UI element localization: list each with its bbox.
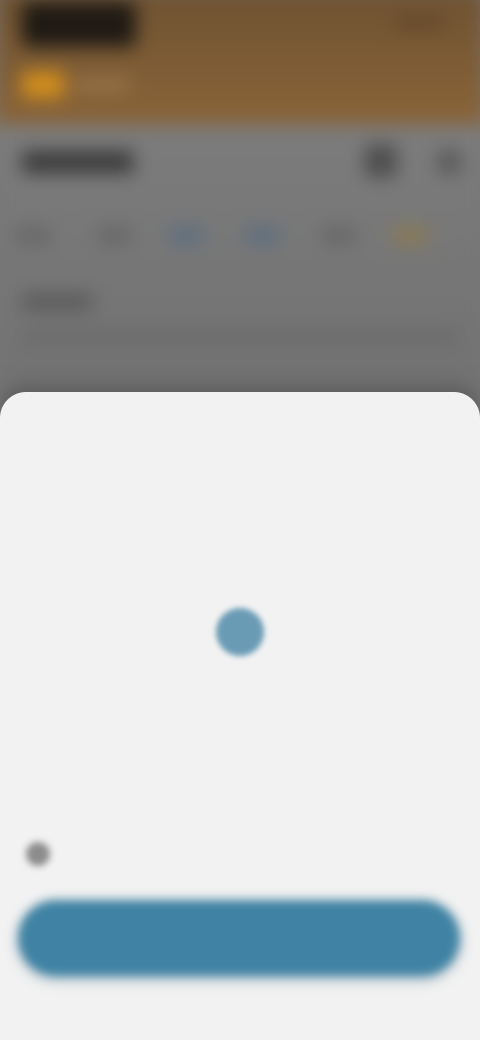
calendar-day[interactable] <box>339 656 405 704</box>
calendar-day[interactable] <box>207 704 273 752</box>
bg-tab <box>393 226 428 245</box>
calendar-day[interactable] <box>406 704 472 752</box>
calendar-day[interactable] <box>273 512 339 560</box>
date-picker-content <box>0 392 480 1040</box>
share-icon <box>364 144 398 178</box>
calendar-day[interactable] <box>339 512 405 560</box>
background-label <box>21 293 94 310</box>
calendar-day[interactable] <box>273 560 339 608</box>
calendar-day[interactable] <box>8 608 74 656</box>
bg-tab <box>97 226 132 245</box>
rating-badge <box>21 71 65 98</box>
calendar-day[interactable] <box>406 608 472 656</box>
calendar-grid <box>8 512 472 752</box>
app-logo <box>21 1 136 47</box>
calendar-day-selected[interactable] <box>207 608 273 656</box>
favorite-icon <box>435 148 463 176</box>
rating-text <box>74 79 130 90</box>
bg-tab <box>321 226 357 245</box>
calendar-day[interactable] <box>339 560 405 608</box>
header-action <box>393 18 447 29</box>
calendar-day[interactable] <box>406 656 472 704</box>
calendar-day[interactable] <box>406 560 472 608</box>
bg-tab <box>168 226 204 245</box>
calendar-day[interactable] <box>8 560 74 608</box>
confirm-button[interactable] <box>18 900 460 976</box>
bg-tab <box>245 226 280 245</box>
background-row <box>21 330 459 343</box>
calendar-day[interactable] <box>141 656 207 704</box>
calendar-day[interactable] <box>141 704 207 752</box>
calendar-day[interactable] <box>273 704 339 752</box>
calendar-day[interactable] <box>8 512 74 560</box>
calendar-day[interactable] <box>74 512 140 560</box>
calendar-day[interactable] <box>141 608 207 656</box>
section-title <box>21 150 134 174</box>
calendar-day[interactable] <box>273 656 339 704</box>
calendar-day[interactable] <box>141 512 207 560</box>
calendar-day[interactable] <box>8 704 74 752</box>
background-tabs <box>15 226 465 250</box>
calendar-day[interactable] <box>74 560 140 608</box>
globe-icon[interactable] <box>26 842 50 866</box>
calendar-day[interactable] <box>74 704 140 752</box>
screen <box>0 0 480 1040</box>
calendar-day[interactable] <box>339 608 405 656</box>
calendar-day[interactable] <box>207 512 273 560</box>
calendar-day[interactable] <box>273 608 339 656</box>
calendar-day[interactable] <box>207 656 273 704</box>
calendar-day[interactable] <box>74 608 140 656</box>
date-picker-sheet <box>0 392 480 1040</box>
calendar-day[interactable] <box>8 656 74 704</box>
calendar-day[interactable] <box>141 560 207 608</box>
calendar-day[interactable] <box>207 560 273 608</box>
calendar-day[interactable] <box>74 656 140 704</box>
calendar-day[interactable] <box>339 704 405 752</box>
bg-tab <box>15 226 51 245</box>
calendar-day[interactable] <box>406 512 472 560</box>
